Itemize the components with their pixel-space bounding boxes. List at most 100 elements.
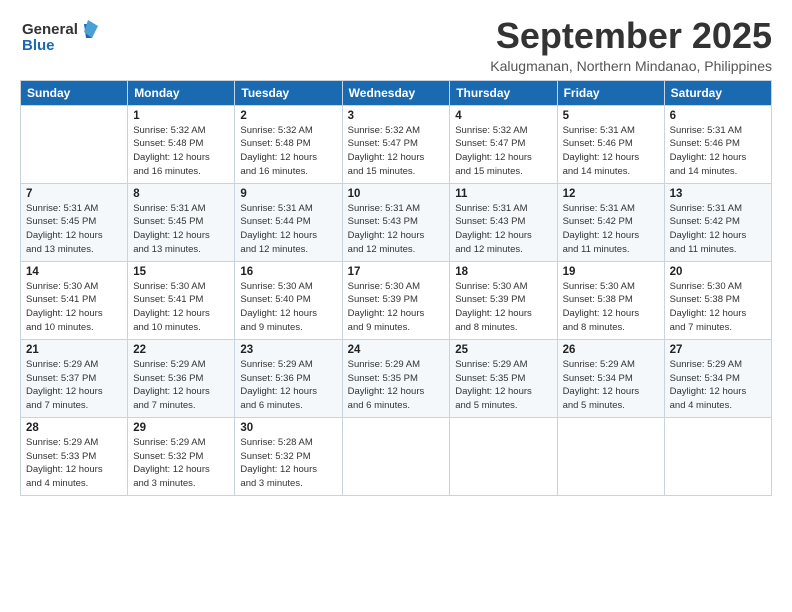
day-info: Sunrise: 5:29 AM Sunset: 5:34 PM Dayligh… (563, 358, 659, 413)
calendar-cell: 30Sunrise: 5:28 AM Sunset: 5:32 PM Dayli… (235, 417, 342, 495)
calendar-cell: 10 Sunrise: 5:31 AM Sunset: 5:43 PM Dayli… (342, 183, 450, 261)
calendar-cell: 24 Sunrise: 5:29 AM Sunset: 5:35 PM Dayli… (342, 339, 450, 417)
day-info: Sunrise: 5:30 AM Sunset: 5:41 PM Dayligh… (133, 280, 229, 335)
day-number: 15 (133, 266, 229, 278)
day-number: 11 (455, 188, 551, 200)
calendar-cell: 25Sunrise: 5:29 AM Sunset: 5:35 PM Dayli… (450, 339, 557, 417)
day-number: 7 (26, 188, 122, 200)
day-number: 26 (563, 344, 659, 356)
calendar-cell: 13 Sunrise: 5:31 AM Sunset: 5:42 PM Dayli… (664, 183, 771, 261)
day-info: Sunrise: 5:32 AM Sunset: 5:47 PM Dayligh… (455, 124, 551, 179)
day-info: Sunrise: 5:32 AM Sunset: 5:48 PM Dayligh… (133, 124, 229, 179)
day-info: Sunrise: 5:31 AM Sunset: 5:44 PM Dayligh… (240, 202, 336, 257)
page: General Blue September 2025 Kalugmanan, … (0, 0, 792, 612)
day-info: Sunrise: 5:31 AM Sunset: 5:46 PM Dayligh… (563, 124, 659, 179)
day-info: Sunrise: 5:31 AM Sunset: 5:42 PM Dayligh… (670, 202, 766, 257)
calendar-cell: 1 Sunrise: 5:32 AM Sunset: 5:48 PM Daylig… (128, 105, 235, 183)
day-info: Sunrise: 5:29 AM Sunset: 5:36 PM Dayligh… (133, 358, 229, 413)
svg-text:Blue: Blue (22, 37, 55, 54)
calendar-cell: 14 Sunrise: 5:30 AM Sunset: 5:41 PM Dayli… (21, 261, 128, 339)
day-number: 4 (455, 110, 551, 122)
calendar-week-row-3: 14 Sunrise: 5:30 AM Sunset: 5:41 PM Dayli… (21, 261, 772, 339)
day-number: 18 (455, 266, 551, 278)
day-number: 24 (348, 344, 445, 356)
day-info: Sunrise: 5:30 AM Sunset: 5:39 PM Dayligh… (348, 280, 445, 335)
day-info: Sunrise: 5:29 AM Sunset: 5:34 PM Dayligh… (670, 358, 766, 413)
calendar-week-row-2: 7 Sunrise: 5:31 AM Sunset: 5:45 PM Daylig… (21, 183, 772, 261)
day-number: 20 (670, 266, 766, 278)
day-number: 23 (240, 344, 336, 356)
day-info: Sunrise: 5:29 AM Sunset: 5:35 PM Dayligh… (455, 358, 551, 413)
day-number: 6 (670, 110, 766, 122)
calendar-cell: 19Sunrise: 5:30 AM Sunset: 5:38 PM Dayli… (557, 261, 664, 339)
calendar-cell: 2 Sunrise: 5:32 AM Sunset: 5:48 PM Daylig… (235, 105, 342, 183)
day-info: Sunrise: 5:30 AM Sunset: 5:39 PM Dayligh… (455, 280, 551, 335)
day-info: Sunrise: 5:29 AM Sunset: 5:35 PM Dayligh… (348, 358, 445, 413)
calendar-cell: 3 Sunrise: 5:32 AM Sunset: 5:47 PM Daylig… (342, 105, 450, 183)
calendar-cell: 18 Sunrise: 5:30 AM Sunset: 5:39 PM Dayli… (450, 261, 557, 339)
calendar-header-row: Sunday Monday Tuesday Wednesday Thursday… (21, 80, 772, 105)
calendar-cell: 8Sunrise: 5:31 AM Sunset: 5:45 PM Daylig… (128, 183, 235, 261)
day-info: Sunrise: 5:29 AM Sunset: 5:36 PM Dayligh… (240, 358, 336, 413)
day-number: 17 (348, 266, 445, 278)
day-info: Sunrise: 5:28 AM Sunset: 5:32 PM Dayligh… (240, 436, 336, 491)
calendar-cell: 29Sunrise: 5:29 AM Sunset: 5:32 PM Dayli… (128, 417, 235, 495)
day-info: Sunrise: 5:29 AM Sunset: 5:37 PM Dayligh… (26, 358, 122, 413)
day-info: Sunrise: 5:32 AM Sunset: 5:48 PM Dayligh… (240, 124, 336, 179)
calendar-week-row-5: 28 Sunrise: 5:29 AM Sunset: 5:33 PM Dayli… (21, 417, 772, 495)
calendar-cell: 9 Sunrise: 5:31 AM Sunset: 5:44 PM Daylig… (235, 183, 342, 261)
day-number: 3 (348, 110, 445, 122)
day-number: 29 (133, 422, 229, 434)
calendar-cell: 11 Sunrise: 5:31 AM Sunset: 5:43 PM Dayli… (450, 183, 557, 261)
day-number: 28 (26, 422, 122, 434)
day-info: Sunrise: 5:30 AM Sunset: 5:41 PM Dayligh… (26, 280, 122, 335)
day-number: 14 (26, 266, 122, 278)
calendar-cell: 28 Sunrise: 5:29 AM Sunset: 5:33 PM Dayli… (21, 417, 128, 495)
day-number: 2 (240, 110, 336, 122)
day-number: 27 (670, 344, 766, 356)
col-friday: Friday (557, 80, 664, 105)
day-number: 9 (240, 188, 336, 200)
calendar-cell: 16Sunrise: 5:30 AM Sunset: 5:40 PM Dayli… (235, 261, 342, 339)
title-block: September 2025 Kalugmanan, Northern Mind… (490, 16, 772, 74)
day-number: 13 (670, 188, 766, 200)
calendar-cell: 21 Sunrise: 5:29 AM Sunset: 5:37 PM Dayli… (21, 339, 128, 417)
day-info: Sunrise: 5:31 AM Sunset: 5:46 PM Dayligh… (670, 124, 766, 179)
calendar-cell: 22 Sunrise: 5:29 AM Sunset: 5:36 PM Dayli… (128, 339, 235, 417)
day-number: 10 (348, 188, 445, 200)
day-info: Sunrise: 5:31 AM Sunset: 5:42 PM Dayligh… (563, 202, 659, 257)
day-number: 22 (133, 344, 229, 356)
calendar-week-row-4: 21 Sunrise: 5:29 AM Sunset: 5:37 PM Dayli… (21, 339, 772, 417)
calendar-cell: 15 Sunrise: 5:30 AM Sunset: 5:41 PM Dayli… (128, 261, 235, 339)
col-tuesday: Tuesday (235, 80, 342, 105)
month-title: September 2025 (490, 16, 772, 56)
location-subtitle: Kalugmanan, Northern Mindanao, Philippin… (490, 58, 772, 74)
day-info: Sunrise: 5:31 AM Sunset: 5:43 PM Dayligh… (348, 202, 445, 257)
day-info: Sunrise: 5:31 AM Sunset: 5:45 PM Dayligh… (133, 202, 229, 257)
calendar-cell: 20 Sunrise: 5:30 AM Sunset: 5:38 PM Dayli… (664, 261, 771, 339)
day-number: 19 (563, 266, 659, 278)
day-info: Sunrise: 5:31 AM Sunset: 5:45 PM Dayligh… (26, 202, 122, 257)
calendar-table: Sunday Monday Tuesday Wednesday Thursday… (20, 80, 772, 496)
header: General Blue September 2025 Kalugmanan, … (20, 16, 772, 74)
day-info: Sunrise: 5:31 AM Sunset: 5:43 PM Dayligh… (455, 202, 551, 257)
calendar-cell: 5 Sunrise: 5:31 AM Sunset: 5:46 PM Daylig… (557, 105, 664, 183)
calendar-cell: 23 Sunrise: 5:29 AM Sunset: 5:36 PM Dayli… (235, 339, 342, 417)
day-info: Sunrise: 5:30 AM Sunset: 5:38 PM Dayligh… (670, 280, 766, 335)
day-info: Sunrise: 5:29 AM Sunset: 5:33 PM Dayligh… (26, 436, 122, 491)
calendar-week-row-1: 1 Sunrise: 5:32 AM Sunset: 5:48 PM Daylig… (21, 105, 772, 183)
logo: General Blue (20, 16, 100, 60)
day-info: Sunrise: 5:32 AM Sunset: 5:47 PM Dayligh… (348, 124, 445, 179)
calendar-cell (450, 417, 557, 495)
calendar-cell (664, 417, 771, 495)
col-monday: Monday (128, 80, 235, 105)
day-number: 1 (133, 110, 229, 122)
calendar-cell (557, 417, 664, 495)
col-saturday: Saturday (664, 80, 771, 105)
logo-icon: General Blue (20, 16, 100, 60)
day-number: 5 (563, 110, 659, 122)
calendar-cell: 7 Sunrise: 5:31 AM Sunset: 5:45 PM Daylig… (21, 183, 128, 261)
calendar-cell: 26 Sunrise: 5:29 AM Sunset: 5:34 PM Dayli… (557, 339, 664, 417)
calendar-cell: 17 Sunrise: 5:30 AM Sunset: 5:39 PM Dayli… (342, 261, 450, 339)
day-number: 21 (26, 344, 122, 356)
